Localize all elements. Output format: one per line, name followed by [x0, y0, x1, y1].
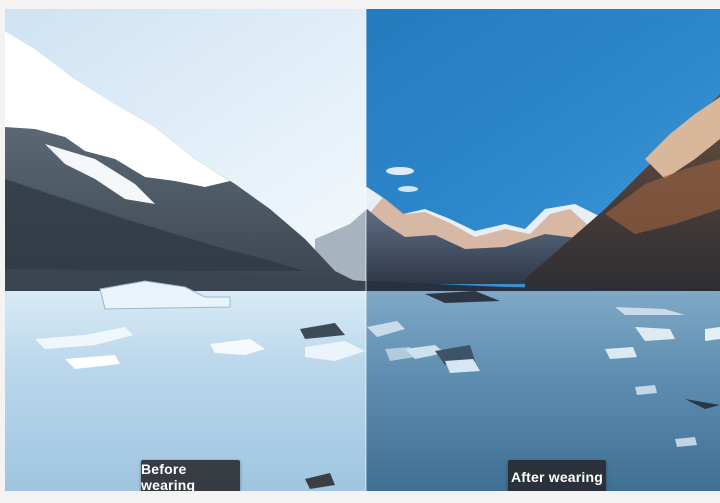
- landscape-before: [5, 9, 366, 491]
- before-wearing-label: Before wearing: [141, 460, 240, 491]
- before-photo: [5, 9, 366, 491]
- comparison-divider: [365, 9, 367, 491]
- after-photo: [366, 9, 720, 491]
- comparison-image: Before wearing After wearing: [5, 9, 720, 491]
- landscape-after: [366, 9, 720, 491]
- after-wearing-label: After wearing: [508, 460, 606, 491]
